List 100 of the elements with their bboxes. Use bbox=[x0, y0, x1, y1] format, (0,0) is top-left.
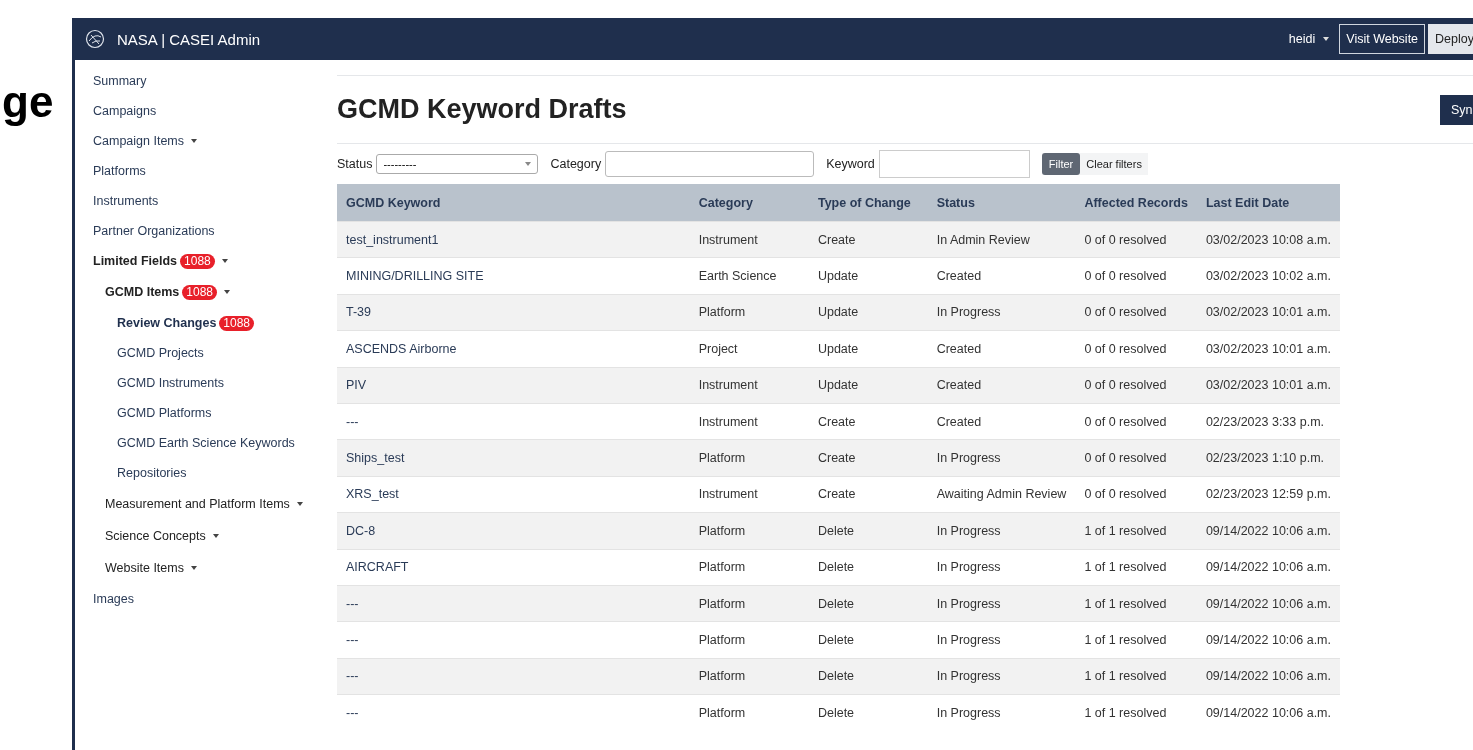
brand-title[interactable]: NASA | CASEI Admin bbox=[117, 30, 261, 48]
table-cell: Instrument bbox=[698, 414, 758, 429]
sync-button[interactable]: Syn bbox=[1440, 94, 1473, 125]
keyword-field[interactable] bbox=[878, 150, 1030, 178]
nav-button[interactable]: Visit Website bbox=[1339, 24, 1426, 54]
table-cell: Created bbox=[936, 341, 982, 356]
keyword-link[interactable]: --- bbox=[346, 669, 359, 684]
column-header[interactable]: Status bbox=[927, 184, 1076, 222]
sidebar-item[interactable]: Measurement and Platform Items bbox=[105, 497, 303, 511]
table-cell: Platform bbox=[698, 451, 746, 466]
keyword-link[interactable]: --- bbox=[346, 633, 359, 647]
keyword-link[interactable]: --- bbox=[346, 705, 359, 720]
table-cell: Created bbox=[936, 378, 982, 393]
table-cell: Created bbox=[936, 414, 982, 429]
table-cell: Earth Science bbox=[698, 269, 777, 284]
page-title: GCMD Keyword Drafts bbox=[337, 94, 628, 125]
table-cell: In Progress bbox=[936, 705, 1001, 720]
user-menu[interactable]: heidi bbox=[1288, 32, 1330, 46]
sidebar-item[interactable]: Instruments bbox=[93, 194, 159, 208]
sidebar-item[interactable]: Summary bbox=[93, 74, 147, 88]
sidebar-item[interactable]: GCMD Earth Science Keywords bbox=[117, 436, 295, 450]
table-cell: Awaiting Admin Review bbox=[936, 487, 1067, 502]
table-cell: 0 of 0 resolved bbox=[1084, 487, 1167, 502]
sidebar-item[interactable]: Website Items bbox=[105, 561, 197, 575]
keyword-link[interactable]: test_instrument1 bbox=[346, 232, 439, 247]
filter-label: Category bbox=[550, 157, 602, 171]
sidebar-item[interactable]: GCMD Instruments bbox=[117, 376, 224, 390]
table-cell: Delete bbox=[817, 705, 855, 720]
table-cell: 1 of 1 resolved bbox=[1084, 705, 1167, 720]
column-header[interactable]: Category bbox=[689, 184, 809, 222]
caret-icon bbox=[212, 534, 219, 538]
table-cell: Update bbox=[817, 269, 859, 284]
keyword-link[interactable]: --- bbox=[346, 414, 359, 429]
keyword-link[interactable]: Ships_test bbox=[346, 451, 405, 466]
sidebar-item[interactable]: Images bbox=[93, 592, 134, 606]
table-cell: Platform bbox=[698, 523, 746, 538]
table-cell: Create bbox=[817, 232, 856, 247]
sidebar-item[interactable]: Science Concepts bbox=[105, 529, 219, 543]
table-cell: 1 of 1 resolved bbox=[1084, 596, 1167, 611]
table-cell: Delete bbox=[817, 596, 855, 611]
sidebar-item[interactable]: Platforms bbox=[93, 164, 146, 178]
table-cell: Project bbox=[698, 341, 738, 356]
table-cell: 0 of 0 resolved bbox=[1084, 232, 1167, 247]
filter-label: Status bbox=[337, 157, 373, 171]
table-cell: Delete bbox=[817, 669, 855, 684]
sidebar-item[interactable]: GCMD Projects bbox=[117, 346, 204, 360]
table-cell: Delete bbox=[817, 523, 855, 538]
sidebar-item[interactable]: GCMD Platforms bbox=[117, 406, 212, 420]
category-field[interactable] bbox=[605, 151, 815, 177]
column-header[interactable]: GCMD Keyword bbox=[337, 184, 690, 222]
column-header[interactable]: Affected Records bbox=[1075, 184, 1197, 222]
sidebar-item[interactable]: Review Changes 1088 bbox=[117, 315, 255, 331]
column-header[interactable]: Type of Change bbox=[808, 184, 928, 222]
logo-icon bbox=[85, 29, 105, 49]
table-cell: Platform bbox=[698, 560, 746, 575]
table-cell: Delete bbox=[817, 560, 855, 575]
table-cell: In Progress bbox=[936, 305, 1001, 320]
table-cell: Create bbox=[817, 487, 856, 502]
table-cell: Platform bbox=[698, 633, 746, 647]
table-cell: 09/14/2022 10:06 a.m. bbox=[1205, 633, 1331, 647]
table-cell: Update bbox=[817, 378, 859, 393]
table-cell: Create bbox=[817, 414, 856, 429]
keyword-link[interactable]: ASCENDS Airborne bbox=[346, 341, 457, 356]
table-cell: Create bbox=[817, 451, 856, 466]
keyword-link[interactable]: T-39 bbox=[346, 305, 371, 320]
count-badge: 1088 bbox=[182, 284, 218, 300]
sidebar-item[interactable]: GCMD Items 1088 bbox=[105, 284, 231, 300]
sidebar-item[interactable]: Limited Fields 1088 bbox=[93, 253, 228, 269]
table-cell: 0 of 0 resolved bbox=[1084, 341, 1167, 356]
table-cell: Platform bbox=[698, 705, 746, 720]
table-cell: 0 of 0 resolved bbox=[1084, 414, 1167, 429]
table-cell: Created bbox=[936, 269, 982, 284]
table-cell: In Progress bbox=[936, 523, 1001, 538]
table-cell: 1 of 1 resolved bbox=[1084, 633, 1167, 647]
table-cell: 0 of 0 resolved bbox=[1084, 378, 1167, 393]
sidebar-item[interactable]: Campaigns bbox=[93, 104, 157, 118]
table-cell: 1 of 1 resolved bbox=[1084, 523, 1167, 538]
keyword-link[interactable]: MINING/DRILLING SITE bbox=[346, 269, 484, 284]
keyword-link[interactable]: --- bbox=[346, 596, 359, 611]
keyword-link[interactable]: DC-8 bbox=[346, 523, 376, 538]
filter-button[interactable]: Filter bbox=[1041, 153, 1081, 175]
table-cell: 09/14/2022 10:06 a.m. bbox=[1205, 705, 1331, 720]
table-cell: Platform bbox=[698, 669, 746, 684]
keyword-link[interactable]: XRS_test bbox=[346, 487, 399, 502]
keyword-link[interactable]: AIRCRAFT bbox=[346, 560, 409, 575]
sidebar-item[interactable]: Repositories bbox=[117, 466, 187, 480]
status-select[interactable]: --------- bbox=[376, 154, 539, 174]
table-cell: 02/23/2023 3:33 p.m. bbox=[1205, 414, 1325, 429]
sidebar-item[interactable]: Partner Organizations bbox=[93, 224, 215, 238]
table-cell: Instrument bbox=[698, 232, 758, 247]
heading-fragment: ge bbox=[2, 80, 54, 124]
caret-icon bbox=[224, 290, 231, 294]
keyword-link[interactable]: PIV bbox=[346, 378, 367, 393]
table-cell: In Progress bbox=[936, 560, 1001, 575]
table-cell: 1 of 1 resolved bbox=[1084, 669, 1167, 684]
table-cell: In Progress bbox=[936, 451, 1001, 466]
column-header[interactable]: Last Edit Date bbox=[1196, 184, 1340, 222]
sidebar-item[interactable]: Campaign Items bbox=[93, 134, 197, 148]
table-cell: Instrument bbox=[698, 378, 758, 393]
table-cell: 0 of 0 resolved bbox=[1084, 451, 1167, 466]
